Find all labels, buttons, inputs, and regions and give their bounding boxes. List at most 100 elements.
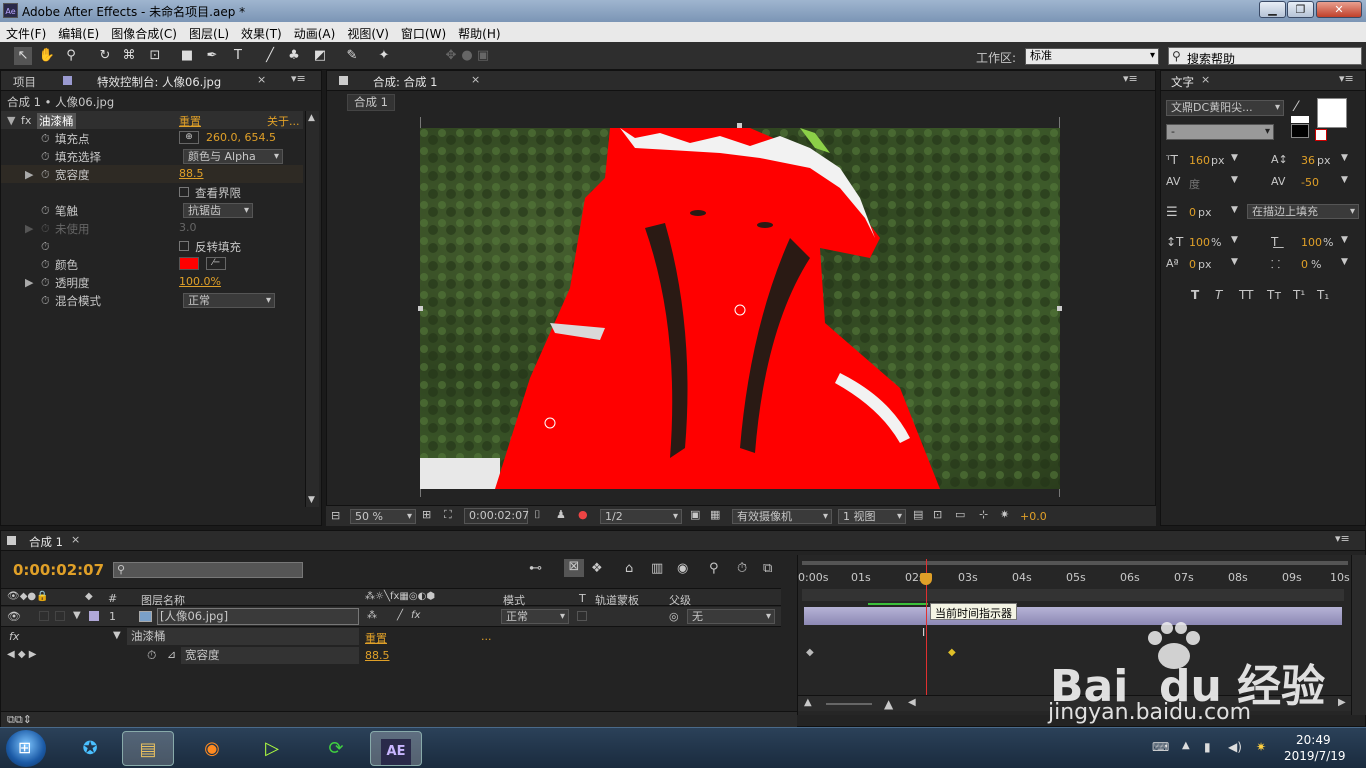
after-effects-taskbar-button[interactable]: AE	[370, 731, 422, 766]
media-player-icon[interactable]: ▷	[246, 731, 298, 766]
opacity-value[interactable]: 100.0%	[179, 275, 221, 288]
fast-previews-icon[interactable]: ⊡	[933, 508, 942, 521]
expand-triangle-icon[interactable]: ▶	[25, 168, 33, 181]
horizontal-scale-dropdown-icon[interactable]: ▼	[1341, 235, 1348, 245]
keyframe-marker-selected[interactable]: ◆	[948, 647, 956, 658]
faux-bold-button[interactable]: T	[1191, 288, 1199, 302]
kerning-value[interactable]: 度	[1189, 176, 1200, 192]
panel-scrollbar[interactable]: ▲ ▼	[305, 111, 319, 507]
panel-menu-icon[interactable]: ▾≡	[291, 72, 306, 85]
keyboard-icon[interactable]: ⌨	[1152, 740, 1169, 754]
font-size-value[interactable]: 160	[1189, 154, 1210, 167]
workspace-select[interactable]: 标准	[1025, 48, 1159, 65]
stroke-width-value[interactable]: 0	[1189, 206, 1196, 219]
pen-tool-icon[interactable]: ✒	[203, 47, 221, 65]
lock-switch[interactable]	[55, 611, 65, 621]
always-preview-icon[interactable]: ⊟	[331, 509, 340, 522]
current-time-display[interactable]: 0:00:02:07	[464, 508, 529, 524]
all-caps-button[interactable]: TT	[1239, 288, 1253, 302]
snapshot-icon[interactable]: ⌷	[534, 508, 541, 522]
fx-icon[interactable]: fx	[9, 630, 19, 643]
comp-mini-flowchart-icon[interactable]: ⊷	[529, 561, 542, 576]
menu-composition[interactable]: 图像合成(C)	[105, 22, 183, 42]
visibility-eye-icon[interactable]: 👁	[7, 610, 21, 623]
firefox-icon[interactable]: ◉	[186, 731, 238, 766]
layer-duration-bar[interactable]	[804, 607, 1342, 625]
layer-parent-select[interactable]: 无	[687, 609, 775, 624]
tracking-value[interactable]: -50	[1301, 176, 1319, 189]
hand-tool-icon[interactable]: ✋	[38, 47, 56, 65]
layer-name[interactable]: [人像06.jpg]	[157, 608, 359, 625]
rotate-tool-icon[interactable]: ↻	[96, 47, 114, 65]
refresh-app-icon[interactable]: ⟳	[310, 731, 362, 766]
menu-effect[interactable]: 效果(T)	[235, 22, 288, 42]
blend-mode-select[interactable]: 正常	[183, 293, 275, 308]
timeline-icon[interactable]: ▭	[955, 508, 965, 521]
scroll-up-icon[interactable]: ▲	[308, 113, 315, 123]
draft-3d-icon[interactable]: ❖	[591, 561, 603, 576]
live-update-icon[interactable]: ⊠	[564, 559, 584, 577]
close-tab-icon[interactable]: ×	[257, 73, 266, 86]
zoom-slider[interactable]	[826, 703, 872, 705]
tray-expand-icon[interactable]: ▲	[1182, 740, 1190, 751]
leading-value[interactable]: 36	[1301, 154, 1315, 167]
reset-exposure-icon[interactable]: ✷	[1000, 508, 1009, 521]
safe-zone-icon[interactable]: ⊞	[422, 508, 431, 521]
layer-search-input[interactable]: ⚲	[113, 562, 303, 578]
menu-edit[interactable]: 编辑(E)	[52, 22, 105, 42]
vertical-scale-dropdown-icon[interactable]: ▼	[1231, 235, 1238, 245]
tracking-dropdown-icon[interactable]: ▼	[1341, 175, 1348, 185]
notification-icon[interactable]: ✷	[1256, 740, 1266, 754]
selection-tool-icon[interactable]: ↖	[14, 47, 32, 65]
small-caps-button[interactable]: Tт	[1267, 288, 1281, 302]
tolerance-value[interactable]: 88.5	[179, 167, 204, 180]
zoom-in-icon[interactable]: ▲	[884, 697, 893, 711]
close-button[interactable]: ✕	[1316, 1, 1362, 18]
auto-keyframe-icon[interactable]: ⏱	[737, 561, 747, 576]
tab-composition[interactable]: 合成: 合成 1	[373, 74, 438, 90]
file-explorer-icon[interactable]: ▤	[122, 731, 174, 766]
zoom-select[interactable]: 50 %	[350, 509, 416, 524]
property-row[interactable]: ◀ ◆ ▶ ⏱ ⊿ 宽容度 88.5	[1, 647, 781, 665]
eyedropper-icon[interactable]: ⁄	[1295, 99, 1297, 115]
toggle-pixel-aspect-icon[interactable]: ▤	[913, 508, 923, 521]
stroke-color-swatch[interactable]	[1291, 124, 1309, 138]
menu-help[interactable]: 帮助(H)	[452, 22, 506, 42]
stopwatch-icon[interactable]: ⏱	[41, 204, 50, 218]
close-tab-icon[interactable]: ×	[1201, 73, 1210, 86]
stopwatch-icon[interactable]: ⏱	[41, 240, 50, 254]
media-center-icon[interactable]: ✪	[64, 731, 116, 766]
brush-tool-icon[interactable]: ╱	[261, 47, 279, 65]
comp-subtab[interactable]: 合成 1	[347, 94, 395, 111]
timeline-timecode[interactable]: 0:00:02:07	[13, 561, 104, 579]
fill-point-value[interactable]: 260.0, 654.5	[206, 131, 276, 144]
parent-pickwhip-icon[interactable]: ◎	[669, 610, 679, 623]
vertical-scale-value[interactable]: 100	[1189, 236, 1210, 249]
pan-behind-tool-icon[interactable]: ⊡	[146, 47, 164, 65]
continuous-rasterize-switch[interactable]: ⁂	[367, 610, 377, 621]
frame-blending-icon[interactable]: ▥	[651, 561, 663, 576]
effect-row-name[interactable]: 油漆桶	[127, 628, 359, 645]
timeline-scrollbar[interactable]	[1351, 555, 1366, 715]
effect-about-link[interactable]: 关于...	[267, 113, 300, 129]
bounds-handle-right[interactable]	[1057, 306, 1062, 311]
property-row-value[interactable]: 88.5	[365, 649, 390, 662]
superscript-button[interactable]: T¹	[1293, 288, 1305, 302]
stopwatch-icon[interactable]: ⏱	[41, 276, 50, 290]
fill-color-swatch[interactable]	[1317, 98, 1347, 128]
fx-icon[interactable]: fx	[21, 114, 31, 127]
stopwatch-icon[interactable]: ⏱	[41, 294, 50, 308]
scroll-down-icon[interactable]: ▼	[308, 495, 315, 505]
close-tab-icon[interactable]: ×	[471, 73, 480, 86]
baseline-shift-dropdown-icon[interactable]: ▼	[1231, 257, 1238, 267]
volume-icon[interactable]: ◀)	[1228, 740, 1242, 754]
fill-color-swatch[interactable]	[179, 257, 199, 270]
no-color-swatch[interactable]	[1315, 129, 1327, 141]
text-tool-icon[interactable]: T	[229, 47, 247, 65]
tab-character[interactable]: 文字	[1171, 74, 1194, 90]
camera-select[interactable]: 有效摄像机	[732, 509, 832, 524]
menu-view[interactable]: 视图(V)	[341, 22, 395, 42]
stopwatch-icon[interactable]: ⏱	[41, 258, 50, 272]
menu-window[interactable]: 窗口(W)	[395, 22, 452, 42]
panel-menu-icon[interactable]: ▾≡	[1339, 72, 1354, 85]
